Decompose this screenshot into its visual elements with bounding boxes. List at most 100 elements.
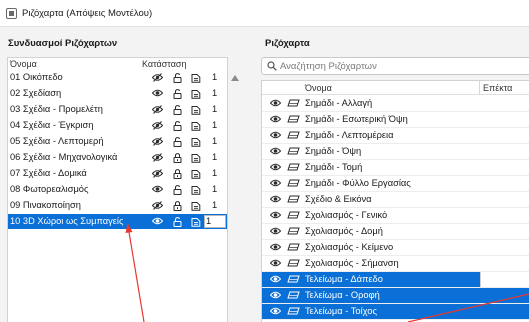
lock-icon[interactable] bbox=[173, 153, 183, 163]
sheet-icon[interactable] bbox=[191, 185, 201, 195]
layer-search-input[interactable] bbox=[280, 59, 525, 73]
layer-combination-row[interactable]: 04 Σχέδια - Έγκριση 1 bbox=[8, 118, 227, 133]
panel-splitter[interactable] bbox=[244, 27, 253, 322]
column-header-state[interactable]: Κατάσταση bbox=[142, 59, 186, 69]
sheet-icon[interactable] bbox=[191, 89, 201, 99]
priority-value: 1 bbox=[212, 200, 218, 210]
layer-combination-name: 09 Πινακοποίηση bbox=[10, 200, 81, 210]
sheet-icon[interactable] bbox=[191, 217, 201, 227]
sheet-icon[interactable] bbox=[191, 137, 201, 147]
eye-slash-icon[interactable] bbox=[152, 201, 163, 210]
unlock-icon[interactable] bbox=[173, 73, 183, 83]
eye-icon[interactable] bbox=[269, 131, 282, 142]
layer-row[interactable]: Σημάδι - Φύλλο Εργασίας bbox=[262, 176, 529, 191]
sheet-icon[interactable] bbox=[191, 105, 201, 115]
eye-icon[interactable] bbox=[269, 163, 282, 174]
sheet-icon[interactable] bbox=[191, 153, 201, 163]
column-header-extension[interactable]: Επέκτα bbox=[483, 83, 512, 93]
column-header-layer-name[interactable]: Όνομα bbox=[305, 83, 332, 93]
layers-table-header: Όνομα Επέκτα bbox=[262, 81, 529, 95]
layer-row[interactable]: Σημάδι - Εσωτερική Όψη bbox=[262, 112, 529, 127]
layer-name: Σημάδι - Αλλαγή bbox=[305, 98, 373, 108]
eye-icon[interactable] bbox=[152, 217, 163, 226]
window-title: Ριζόχαρτα (Απόψεις Μοντέλου) bbox=[22, 8, 153, 19]
sheet-icon[interactable] bbox=[191, 201, 201, 211]
layer-combination-row[interactable]: 01 Οικόπεδο 1 bbox=[8, 70, 227, 85]
layer-combination-state: 1 bbox=[140, 198, 227, 213]
unlock-icon[interactable] bbox=[173, 105, 183, 115]
layer-icon bbox=[287, 275, 300, 286]
layer-combination-name: 04 Σχέδια - Έγκριση bbox=[10, 120, 94, 130]
layer-icon bbox=[287, 259, 300, 270]
sheet-icon[interactable] bbox=[191, 73, 201, 83]
layer-row[interactable]: Τελείωμα - Δάπεδο bbox=[262, 272, 529, 287]
eye-icon[interactable] bbox=[269, 275, 282, 286]
layer-row[interactable]: Τελείωμα - Τοίχος bbox=[262, 304, 529, 319]
vertical-scrollbar[interactable] bbox=[230, 57, 240, 322]
layer-combination-row[interactable]: 07 Σχέδια - Δομικά 1 bbox=[8, 166, 227, 181]
layer-row[interactable]: Σημάδι - Τομή bbox=[262, 160, 529, 175]
layer-combination-row[interactable]: 02 Σχεδίαση 1 bbox=[8, 86, 227, 101]
layer-combination-state: 1 bbox=[140, 102, 227, 117]
layer-combination-row[interactable]: 05 Σχέδια - Λεπτομερή 1 bbox=[8, 134, 227, 149]
layer-icon bbox=[287, 195, 300, 206]
layer-combination-state: 1 bbox=[140, 134, 227, 149]
eye-icon[interactable] bbox=[269, 195, 282, 206]
extension-cell-editor[interactable] bbox=[480, 272, 529, 287]
lock-icon[interactable] bbox=[173, 169, 183, 179]
layer-combination-row[interactable]: 08 Φωτορεαλισμός 1 bbox=[8, 182, 227, 197]
unlock-icon[interactable] bbox=[173, 217, 183, 227]
priority-value: 1 bbox=[212, 88, 218, 98]
layer-combination-row[interactable]: 06 Σχέδια - Μηχανολογικά 1 bbox=[8, 150, 227, 165]
column-divider[interactable] bbox=[479, 81, 480, 94]
eye-icon[interactable] bbox=[269, 259, 282, 270]
layer-row[interactable]: Σχέδιο & Εικόνα bbox=[262, 192, 529, 207]
layer-row[interactable]: Σχολιασμός - Δομή bbox=[262, 224, 529, 239]
sheet-icon[interactable] bbox=[191, 121, 201, 131]
layer-combination-state: 1 bbox=[140, 150, 227, 165]
layer-combination-name: 02 Σχεδίαση bbox=[10, 88, 62, 98]
eye-slash-icon[interactable] bbox=[152, 121, 163, 130]
row-separator bbox=[262, 319, 529, 320]
layer-icon bbox=[287, 243, 300, 254]
layer-combination-row[interactable]: 09 Πινακοποίηση 1 bbox=[8, 198, 227, 213]
layer-combination-name: 06 Σχέδια - Μηχανολογικά bbox=[10, 152, 118, 162]
layer-row[interactable]: Σημάδι - Όψη bbox=[262, 144, 529, 159]
layer-name: Σχολιασμός - Γενικό bbox=[305, 210, 388, 220]
layer-row[interactable]: Τελείωμα - Οροφή bbox=[262, 288, 529, 303]
eye-icon[interactable] bbox=[269, 147, 282, 158]
lock-icon[interactable] bbox=[173, 201, 183, 211]
layer-row[interactable]: Σχολιασμός - Σήμανση bbox=[262, 256, 529, 271]
eye-icon[interactable] bbox=[269, 227, 282, 238]
layer-row[interactable]: Σχολιασμός - Κείμενο bbox=[262, 240, 529, 255]
scroll-up-icon[interactable] bbox=[231, 75, 239, 81]
layer-name: Τελείωμα - Οροφή bbox=[305, 290, 380, 300]
priority-value: 1 bbox=[212, 136, 218, 146]
eye-slash-icon[interactable] bbox=[152, 169, 163, 178]
eye-icon[interactable] bbox=[269, 243, 282, 254]
eye-icon[interactable] bbox=[269, 211, 282, 222]
eye-icon[interactable] bbox=[152, 89, 163, 98]
eye-slash-icon[interactable] bbox=[152, 105, 163, 114]
column-header-name[interactable]: Όνομα bbox=[10, 59, 37, 69]
eye-icon[interactable] bbox=[269, 307, 282, 318]
eye-slash-icon[interactable] bbox=[152, 73, 163, 82]
eye-icon[interactable] bbox=[269, 99, 282, 110]
eye-icon[interactable] bbox=[269, 115, 282, 126]
layer-row[interactable]: Σημάδι - Αλλαγή bbox=[262, 96, 529, 111]
unlock-icon[interactable] bbox=[173, 137, 183, 147]
unlock-icon[interactable] bbox=[173, 89, 183, 99]
unlock-icon[interactable] bbox=[173, 121, 183, 131]
eye-icon[interactable] bbox=[269, 291, 282, 302]
unlock-icon[interactable] bbox=[173, 185, 183, 195]
priority-input[interactable]: 1 bbox=[204, 215, 226, 228]
layer-row[interactable]: Σχολιασμός - Γενικό bbox=[262, 208, 529, 223]
eye-icon[interactable] bbox=[152, 185, 163, 194]
eye-slash-icon[interactable] bbox=[152, 153, 163, 162]
layer-combination-row[interactable]: 10 3D Χώροι ως Συμπαγείς 1 bbox=[8, 214, 227, 229]
eye-slash-icon[interactable] bbox=[152, 137, 163, 146]
layer-combination-row[interactable]: 03 Σχέδια - Προμελέτη 1 bbox=[8, 102, 227, 117]
sheet-icon[interactable] bbox=[191, 169, 201, 179]
layer-row[interactable]: Σημάδι - Λεπτομέρεια bbox=[262, 128, 529, 143]
eye-icon[interactable] bbox=[269, 179, 282, 190]
